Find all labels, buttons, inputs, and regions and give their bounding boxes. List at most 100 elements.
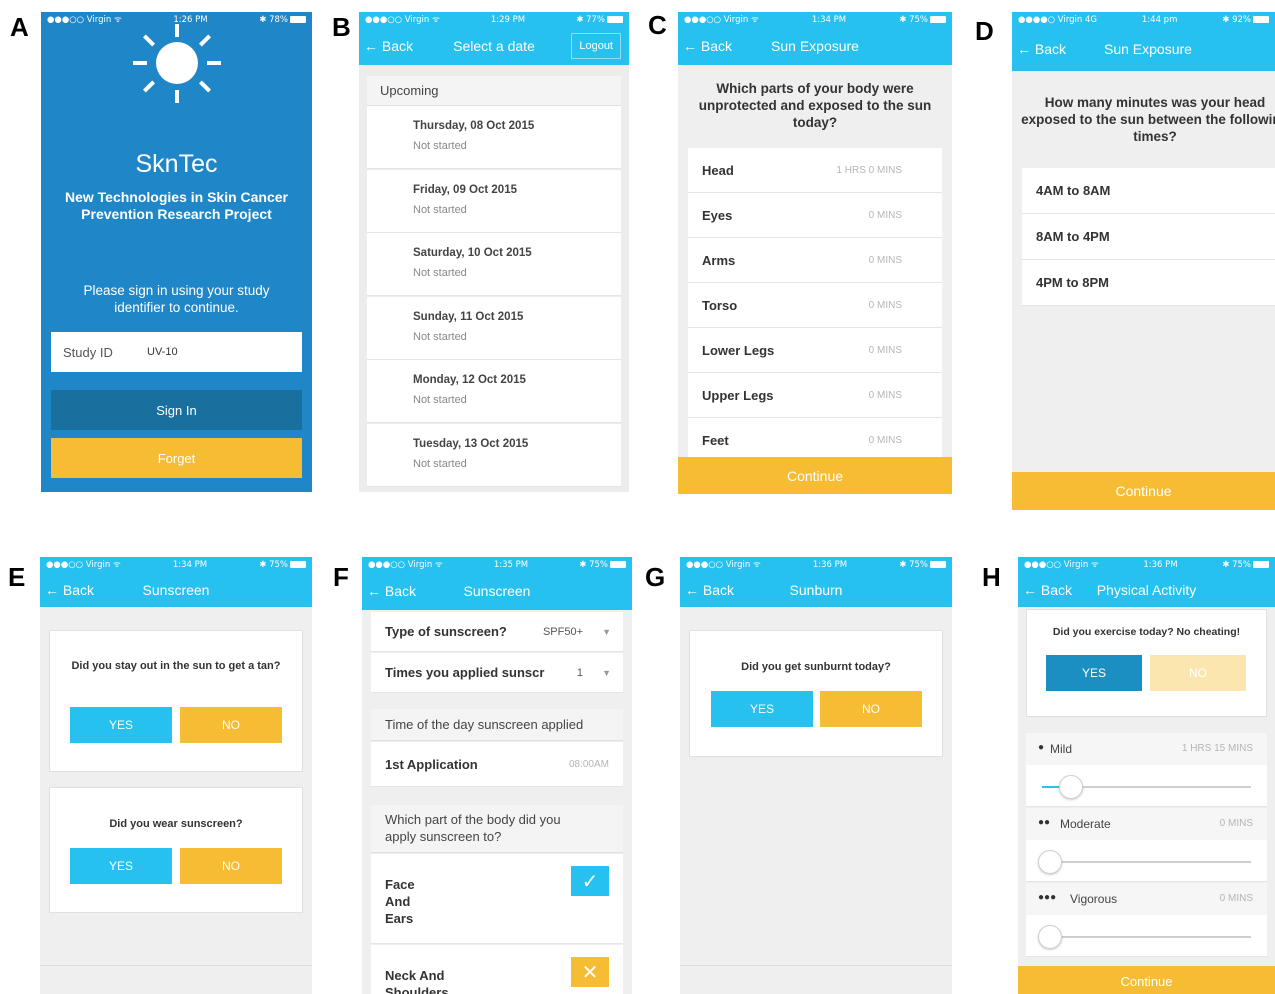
continue-button[interactable]: Continue: [678, 457, 952, 494]
body-part-label: Neck And Shoulders: [385, 968, 449, 994]
forget-button[interactable]: Forget: [51, 438, 302, 478]
sign-in-button[interactable]: Sign In: [51, 390, 302, 430]
battery-icon: [929, 15, 946, 23]
status-bar: ●●●○○ Virgin ᯤ 1:29 PM ✱ 77%: [359, 12, 629, 27]
question-text: Did you stay out in the sun to get a tan…: [71, 660, 281, 672]
screen-title: Sunscreen: [463, 583, 531, 599]
time-range-list: 4AM to 8AM 8AM to 4PM 4PM to 8PM: [1022, 168, 1275, 308]
slider-thumb[interactable]: [1038, 850, 1062, 874]
slider-thumb[interactable]: [1058, 775, 1083, 799]
yes-button[interactable]: YES: [70, 848, 172, 884]
yes-button[interactable]: YES: [711, 691, 813, 727]
body-part-row[interactable]: Lower Legs 0 MINS: [688, 328, 942, 373]
mild-slider[interactable]: [1026, 765, 1267, 807]
chevron-down-icon: ▼: [602, 668, 611, 678]
tan-question-card: Did you stay out in the sun to get a tan…: [49, 630, 303, 772]
study-id-field[interactable]: Study ID UV-10: [51, 332, 302, 372]
screen-sun-exposure: ●●●○○ Virgin ᯤ 1:34 PM ✱ 75% ← Back Sun E…: [678, 12, 952, 494]
clock-text: 1:26 PM: [173, 14, 208, 25]
time-range-row[interactable]: 4AM to 8AM: [1022, 168, 1275, 214]
date-row[interactable]: Saturday, 10 Oct 2015 Not started: [367, 233, 621, 296]
panel-label-d: D: [975, 16, 994, 46]
no-button[interactable]: NO: [180, 848, 282, 884]
date-row[interactable]: Tuesday, 13 Oct 2015 Not started: [367, 424, 621, 487]
body-part-label: Face And Ears: [385, 877, 415, 926]
checkbox-crossed[interactable]: ✕: [571, 957, 609, 987]
question-text: Which parts of your body were unprotecte…: [698, 81, 932, 130]
nav-bar: ← Back Sunscreen: [40, 572, 312, 607]
study-id-value: UV-10: [147, 346, 178, 358]
battery-icon: [929, 560, 946, 568]
battery-icon: [1252, 560, 1269, 568]
nav-bar: ← Back Sunscreen: [362, 572, 632, 610]
time-range-row[interactable]: 4PM to 8PM: [1022, 260, 1275, 306]
carrier-text: ●●●○○ Virgin ᯤ: [47, 15, 122, 25]
battery-icon: [289, 560, 306, 568]
battery-icon: [289, 15, 306, 23]
date-row[interactable]: Thursday, 08 Oct 2015 Not started: [367, 106, 621, 169]
question-text: Did you exercise today? No cheating!: [1052, 626, 1241, 638]
exercise-question-card: Did you exercise today? No cheating! YES…: [1026, 609, 1267, 717]
droplet-icon: ●●: [1038, 817, 1051, 828]
panel-label-c: C: [648, 10, 667, 40]
signin-prompt: Please sign in using your study identifi…: [83, 283, 270, 315]
screen-sunscreen-details: ●●●○○ Virgin ᯤ 1:35 PM ✱ 75% ← Back Sunsc…: [362, 557, 632, 994]
date-row[interactable]: Friday, 09 Oct 2015 Not started: [367, 170, 621, 233]
status-bar: ●●●●○ Virgin 4G 1:44 pm ✱ 92%: [1012, 12, 1275, 27]
screen-login: ●●●○○ Virgin ᯤ 1:26 PM ✱ 78% SknTec New …: [41, 12, 312, 492]
sunscreen-question-card: Did you wear sunscreen? YES NO: [49, 787, 303, 913]
body-part-row[interactable]: Eyes 0 MINS: [688, 193, 942, 238]
nav-bar: ← Back Sunburn: [680, 572, 952, 607]
yes-button[interactable]: YES: [1046, 655, 1142, 691]
level-label: Vigorous: [1070, 892, 1118, 906]
time-range-row[interactable]: 8AM to 4PM: [1022, 214, 1275, 260]
no-button[interactable]: NO: [1150, 655, 1246, 691]
study-id-label: Study ID: [63, 344, 113, 360]
battery-status: ✱ 78%: [259, 15, 306, 25]
panel-label-a: A: [10, 12, 29, 42]
date-row[interactable]: Monday, 12 Oct 2015 Not started: [367, 360, 621, 423]
times-applied-select[interactable]: Times you applied sunscr 1 ▼: [371, 653, 623, 693]
level-value: 1 HRS 15 MINS: [1181, 743, 1253, 754]
continue-button[interactable]: Continue: [1012, 472, 1275, 510]
sunburn-question-card: Did you get sunburnt today? YES NO: [689, 630, 943, 757]
battery-icon: [609, 560, 626, 568]
yes-button[interactable]: YES: [70, 707, 172, 743]
status-bar: ●●●○○ Virgin ᯤ 1:36 PM ✱ 75%: [680, 557, 952, 572]
battery-icon: [606, 15, 623, 23]
no-button[interactable]: NO: [820, 691, 922, 727]
sunscreen-type-select[interactable]: Type of sunscreen? SPF50+ ▼: [371, 612, 623, 652]
screen-title: Sunburn: [789, 581, 843, 598]
status-bar: ●●●○○ Virgin ᯤ 1:36 PM ✱ 75%: [1018, 557, 1275, 572]
app-subtitle: New Technologies in Skin Cancer Preventi…: [64, 189, 288, 222]
body-part-header: Which part of the body did you apply sun…: [371, 805, 623, 853]
continue-button[interactable]: Continue: [1018, 966, 1275, 994]
screen-sunscreen-questions: ●●●○○ Virgin ᯤ 1:34 PM ✱ 75% ← Back Sunsc…: [40, 557, 312, 994]
level-label: Mild: [1050, 742, 1073, 756]
body-part-row[interactable]: Head 1 HRS 0 MINS: [688, 148, 942, 193]
checkbox-checked[interactable]: ✓: [571, 866, 609, 896]
vigorous-slider[interactable]: [1026, 915, 1267, 957]
body-part-row[interactable]: Upper Legs 0 MINS: [688, 373, 942, 418]
logout-button[interactable]: Logout: [571, 33, 621, 59]
back-button[interactable]: ← Back: [1017, 27, 1066, 71]
no-button[interactable]: NO: [180, 707, 282, 743]
body-part-row[interactable]: Neck And Shoulders ✕: [371, 945, 623, 994]
first-application-row[interactable]: 1st Application 08:00AM: [371, 742, 623, 787]
bottom-divider: [680, 965, 952, 966]
status-bar: ●●●○○ Virgin ᯤ 1:35 PM ✱ 75%: [362, 557, 632, 572]
screen-title: Sun Exposure: [1104, 41, 1192, 57]
time-of-day-header: Time of the day sunscreen applied: [371, 709, 623, 741]
body-parts-list: Head 1 HRS 0 MINS Eyes 0 MINS Arms 0 MINS T…: [688, 148, 942, 463]
body-part-row[interactable]: Torso 0 MINS: [688, 283, 942, 328]
body-part-row[interactable]: Arms 0 MINS: [688, 238, 942, 283]
screen-title: Sunscreen: [142, 581, 210, 598]
question-text: How many minutes was your head exposed t…: [1021, 95, 1275, 144]
section-header: Upcoming: [367, 76, 621, 106]
slider-thumb[interactable]: [1038, 925, 1062, 949]
date-row[interactable]: Sunday, 11 Oct 2015 Not started: [367, 297, 621, 360]
nav-bar: ← Back Physical Activity: [1018, 572, 1275, 607]
moderate-slider[interactable]: [1026, 840, 1267, 882]
question-text: Did you wear sunscreen?: [109, 818, 243, 830]
body-part-row[interactable]: Face And Ears ✓: [371, 854, 623, 944]
